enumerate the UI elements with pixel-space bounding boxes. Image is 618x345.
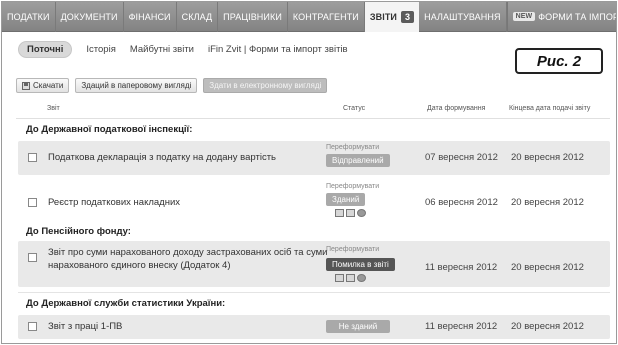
section-divider [18, 292, 610, 293]
section-statistics: До Державної служби статистики України: [26, 298, 226, 309]
reports-count-badge: 3 [401, 10, 415, 23]
table-row[interactable]: Реєстр податкових накладних Переформуват… [18, 180, 610, 222]
deadline-date: 20 вересня 2012 [511, 321, 584, 332]
top-navigation: ПОДАТКИ ДОКУМЕНТИ ФІНАНСИ СКЛАД ПРАЦІВНИ… [2, 2, 616, 32]
row-checkbox[interactable] [28, 198, 37, 207]
formed-date: 11 вересня 2012 [425, 262, 498, 273]
reform-link[interactable]: Переформувати [326, 144, 379, 151]
print-icon[interactable] [335, 209, 344, 217]
row-checkbox[interactable] [28, 253, 37, 262]
document-icon[interactable] [346, 209, 355, 217]
status-badge: Відправлений [326, 154, 390, 167]
tab-current[interactable]: Поточні [18, 40, 73, 58]
formed-date: 07 вересня 2012 [425, 152, 498, 163]
section-pension: До Пенсійного фонду: [26, 226, 131, 237]
row-checkbox[interactable] [28, 322, 37, 331]
nav-employees[interactable]: ПРАЦІВНИКИ [218, 2, 288, 32]
app-window: ПОДАТКИ ДОКУМЕНТИ ФІНАНСИ СКЛАД ПРАЦІВНИ… [1, 1, 617, 344]
reform-link[interactable]: Переформувати [326, 246, 379, 253]
nav-counterparties[interactable]: КОНТРАГЕНТИ [288, 2, 365, 32]
nav-forms-import-label: ФОРМИ ТА ІМПОРТ ЗВІТ [538, 11, 616, 22]
toolbar: Скачати Здаций в паперовому вигляді Здат… [16, 78, 333, 93]
figure-label: Рис. 2 [515, 48, 603, 74]
col-formed: Дата формування [427, 105, 486, 112]
report-name: Звіт з праці 1-ПВ [48, 321, 123, 332]
report-name: Реєстр податкових накладних [48, 197, 181, 208]
deadline-date: 20 вересня 2012 [511, 262, 584, 273]
nav-warehouse[interactable]: СКЛАД [177, 2, 219, 32]
nav-taxes[interactable]: ПОДАТКИ [2, 2, 56, 32]
col-deadline: Кінцева дата подачі звіту [509, 105, 591, 112]
row-action-icons [335, 274, 368, 282]
col-report: Звіт [47, 105, 60, 112]
reform-link[interactable]: Переформувати [326, 183, 379, 190]
row-checkbox[interactable] [28, 153, 37, 162]
deadline-date: 20 вересня 2012 [511, 152, 584, 163]
print-icon[interactable] [335, 274, 344, 282]
nav-reports[interactable]: ЗВІТИ 3 [364, 2, 420, 32]
nav-forms-import[interactable]: NEW ФОРМИ ТА ІМПОРТ ЗВІТ [506, 2, 616, 32]
table-row[interactable]: Податкова декларація з податку на додану… [18, 141, 610, 175]
status-badge: Не зданий [326, 320, 390, 333]
nav-reports-label: ЗВІТИ [369, 11, 397, 22]
col-status: Статус [343, 105, 366, 112]
tab-history[interactable]: Історія [86, 44, 115, 55]
check-icon[interactable] [357, 209, 366, 217]
info-icon[interactable] [357, 274, 366, 282]
report-name-line1: Звіт про суми нарахованого доходу застра… [48, 247, 328, 258]
row-action-icons [335, 209, 368, 217]
nav-documents[interactable]: ДОКУМЕНТИ [56, 2, 124, 32]
new-badge: NEW [512, 12, 536, 21]
nav-finance[interactable]: ФІНАНСИ [124, 2, 177, 32]
sub-tabs: Поточні Історія Майбутні звіти iFin Zvit… [18, 40, 362, 58]
formed-date: 06 вересня 2012 [425, 197, 498, 208]
section-tax: До Державної податкової інспекції: [26, 124, 193, 135]
status-badge: Зданий [326, 193, 366, 206]
report-name-line2: нарахованого єдиного внеску (Додаток 4) [48, 260, 231, 271]
submit-electronic-button[interactable]: Здати в електронному вигляді [203, 78, 328, 93]
status-badge[interactable]: Помилка в звіті [326, 258, 395, 271]
deadline-date: 20 вересня 2012 [511, 197, 584, 208]
report-name: Податкова декларація з податку на додану… [48, 152, 276, 163]
header-divider [16, 118, 610, 119]
table-row[interactable]: Звіт про суми нарахованого доходу застра… [18, 241, 610, 287]
table-row[interactable]: Звіт з праці 1-ПВ Не зданий 11 вересня 2… [18, 315, 610, 339]
download-button[interactable]: Скачати [16, 78, 70, 93]
document-icon[interactable] [346, 274, 355, 282]
download-label: Скачати [33, 81, 64, 90]
formed-date: 11 вересня 2012 [425, 321, 498, 332]
tab-upcoming[interactable]: Майбутні звіти [130, 44, 194, 55]
nav-settings[interactable]: НАЛАШТУВАННЯ [419, 2, 507, 32]
submit-paper-button[interactable]: Здаций в паперовому вигляді [75, 78, 198, 93]
floppy-icon [22, 81, 30, 90]
tab-ifin-forms[interactable]: iFin Zvit | Форми та імпорт звітів [208, 44, 348, 55]
